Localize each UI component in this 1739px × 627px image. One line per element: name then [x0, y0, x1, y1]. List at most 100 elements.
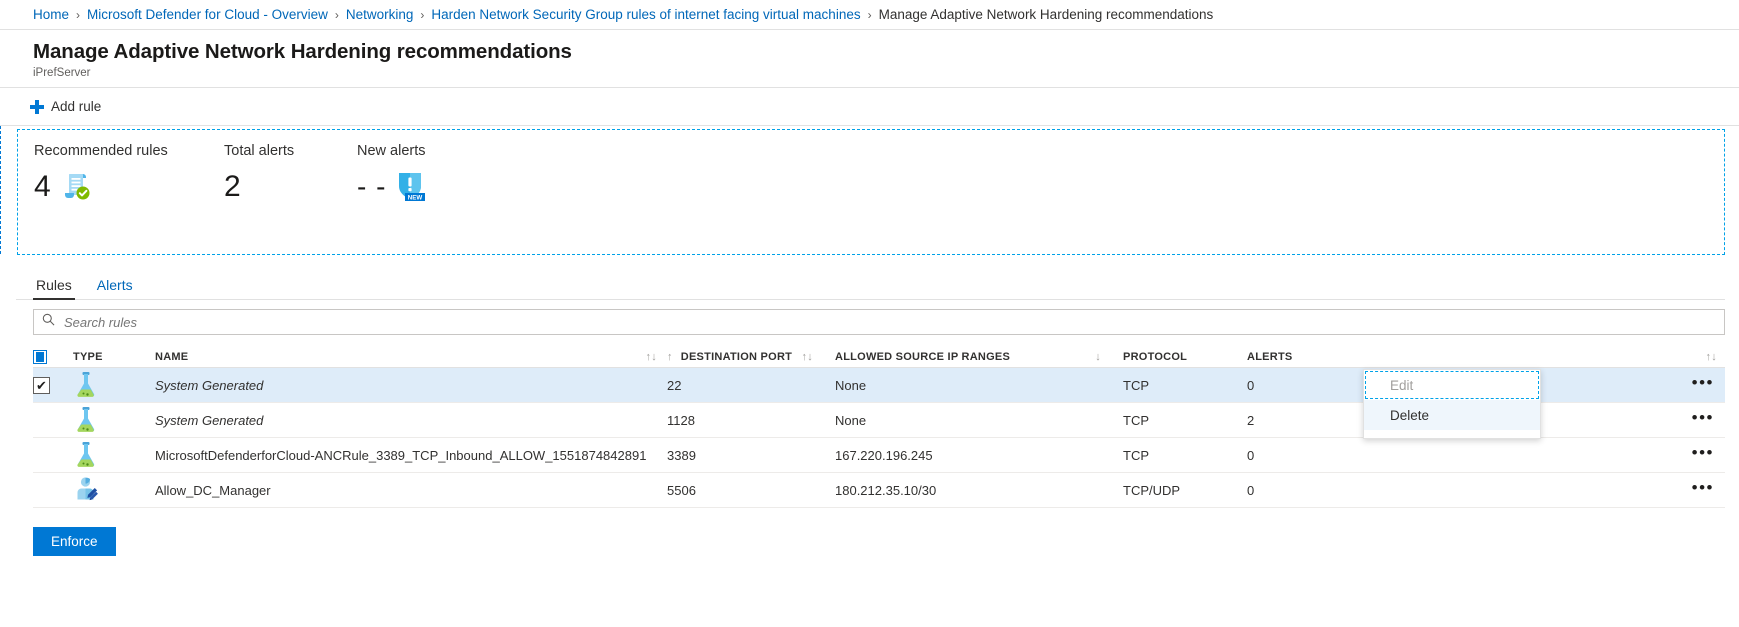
row-type-cell [73, 370, 155, 401]
column-header-name[interactable]: NAME ↑↓ [155, 351, 667, 363]
search-icon [42, 313, 55, 331]
flask-icon [73, 441, 99, 471]
stat-value: 4 [34, 170, 51, 203]
stat-recommended-rules: Recommended rules 4 [34, 142, 224, 207]
stat-value-row: - - NEW [357, 167, 426, 207]
column-header-name-label: NAME [155, 350, 189, 363]
column-header-alerts[interactable]: ALERTS [1247, 351, 1443, 363]
page-subtitle: iPrefServer [33, 67, 91, 79]
column-header-allowed-source-ip-ranges[interactable]: ALLOWED SOURCE IP RANGES ↓ [835, 351, 1123, 363]
row-name-cell: System Generated [155, 412, 264, 428]
row-destination-port-cell: 1128 [667, 412, 695, 428]
breadcrumb-separator-icon: › [334, 7, 339, 22]
column-header-allowed-source-ip-ranges-label: ALLOWED SOURCE IP RANGES [835, 350, 1011, 363]
stat-value-row: 4 [34, 167, 224, 207]
table-row[interactable]: MicrosoftDefenderforCloud-ANCRule_3389_T… [33, 438, 1725, 473]
stats-row: Recommended rules 4 Total alerts 2 New a… [1, 126, 1739, 207]
add-rule-button[interactable]: Add rule [24, 95, 107, 118]
row-actions-cell: ••• [1443, 479, 1725, 501]
row-type-cell [73, 440, 155, 471]
user-edit-icon [73, 476, 101, 506]
row-select-cell [33, 412, 73, 429]
row-type-cell [73, 475, 155, 506]
tab-alerts[interactable]: Alerts [94, 277, 136, 299]
enforce-button[interactable]: Enforce [33, 527, 116, 556]
footer-actions: Enforce [0, 527, 1739, 556]
sort-icon[interactable]: ↑ [667, 351, 673, 363]
sort-icon[interactable]: ↓ [1095, 351, 1101, 363]
scroll-check-icon [60, 169, 92, 206]
stat-value: - - [357, 171, 387, 202]
row-name-cell: System Generated [155, 377, 264, 393]
row-alerts-cell: 0 [1247, 447, 1255, 463]
stat-label: New alerts [357, 143, 426, 159]
row-destination-port-cell: 22 [667, 377, 682, 393]
add-rule-label: Add rule [51, 99, 102, 114]
row-allowed-source-ip-cell: None [835, 412, 867, 428]
stat-label: Total alerts [224, 143, 295, 159]
stat-value-row: 2 [224, 167, 357, 207]
row-context-menu: Edit Delete [1363, 369, 1541, 439]
column-header-destination-port-label: DESTINATION PORT [680, 350, 793, 363]
breadcrumb-separator-icon: › [420, 7, 425, 22]
page-header: Manage Adaptive Network Hardening recomm… [0, 30, 1739, 88]
row-checkbox[interactable]: ✔ [33, 376, 50, 394]
row-type-cell [73, 405, 155, 436]
row-actions-cell: ••• [1443, 444, 1725, 466]
breadcrumb-item-defender-overview[interactable]: Microsoft Defender for Cloud - Overview [87, 7, 328, 22]
table-row[interactable]: Allow_DC_Manager 5506 180.212.35.10/30 T… [33, 473, 1725, 508]
row-checkbox[interactable] [33, 482, 50, 499]
sort-icon[interactable]: ↑↓ [802, 351, 814, 363]
breadcrumb: Home › Microsoft Defender for Cloud - Ov… [0, 0, 1739, 30]
page-title: Manage Adaptive Network Hardening recomm… [33, 40, 572, 63]
row-destination-port-cell: 5506 [667, 482, 696, 498]
search-input[interactable] [62, 313, 1716, 331]
row-allowed-source-ip-cell: None [835, 377, 867, 393]
row-protocol-cell: TCP [1123, 447, 1149, 463]
stat-new-alerts: New alerts - - NEW [357, 142, 426, 207]
row-checkbox[interactable] [33, 447, 50, 464]
row-allowed-source-ip-cell: 167.220.196.245 [835, 447, 933, 463]
table-header-row: TYPE NAME ↑↓ ↑ DESTINATION PORT ↑↓ ALLOW… [33, 346, 1725, 368]
row-destination-port-cell: 3389 [667, 447, 696, 463]
select-all-checkbox[interactable] [33, 349, 47, 364]
breadcrumb-item-harden-nsg[interactable]: Harden Network Security Group rules of i… [431, 7, 860, 22]
row-protocol-cell: TCP/UDP [1123, 482, 1181, 498]
tab-bar: Rules Alerts [16, 270, 1725, 300]
azure-portal-blade: Home › Microsoft Defender for Cloud - Ov… [0, 0, 1739, 627]
column-header-type[interactable]: TYPE [73, 351, 155, 363]
tab-rules[interactable]: Rules [33, 277, 75, 300]
sort-icon[interactable]: ↑↓ [646, 351, 658, 363]
context-menu-item-edit[interactable]: Edit [1364, 370, 1540, 400]
row-context-menu-button[interactable]: ••• [1689, 409, 1717, 431]
row-alerts-cell: 0 [1247, 482, 1255, 498]
svg-text:NEW: NEW [408, 194, 423, 201]
flask-icon [73, 406, 99, 436]
row-context-menu-button[interactable]: ••• [1689, 479, 1717, 501]
row-allowed-source-ip-cell: 180.212.35.10/30 [835, 482, 937, 498]
select-all-cell [33, 349, 73, 364]
column-header-destination-port[interactable]: ↑ DESTINATION PORT ↑↓ [667, 351, 835, 363]
row-context-menu-button[interactable]: ••• [1689, 374, 1717, 396]
stat-label: Recommended rules [34, 143, 168, 159]
context-menu-item-delete[interactable]: Delete [1364, 400, 1540, 430]
shield-new-alert-icon: NEW [395, 169, 426, 206]
stat-total-alerts: Total alerts 2 [224, 142, 357, 207]
row-name-cell: Allow_DC_Manager [155, 482, 271, 498]
search-box[interactable] [33, 309, 1725, 335]
breadcrumb-separator-icon: › [76, 7, 81, 22]
breadcrumb-item-home[interactable]: Home [33, 7, 69, 22]
row-select-cell [33, 447, 73, 464]
column-header-protocol[interactable]: PROTOCOL [1123, 351, 1247, 363]
row-protocol-cell: TCP [1123, 377, 1149, 393]
row-context-menu-button[interactable]: ••• [1689, 444, 1717, 466]
row-select-cell: ✔ [33, 376, 73, 394]
row-name-cell: MicrosoftDefenderforCloud-ANCRule_3389_T… [155, 447, 647, 463]
breadcrumb-item-networking[interactable]: Networking [346, 7, 414, 22]
flask-icon [73, 371, 99, 401]
plus-icon [30, 99, 44, 114]
command-bar: Add rule [0, 88, 1739, 126]
sort-icon[interactable]: ↑↓ [1706, 351, 1718, 363]
column-header-actions: ↑↓ [1443, 351, 1725, 363]
row-checkbox[interactable] [33, 412, 50, 429]
